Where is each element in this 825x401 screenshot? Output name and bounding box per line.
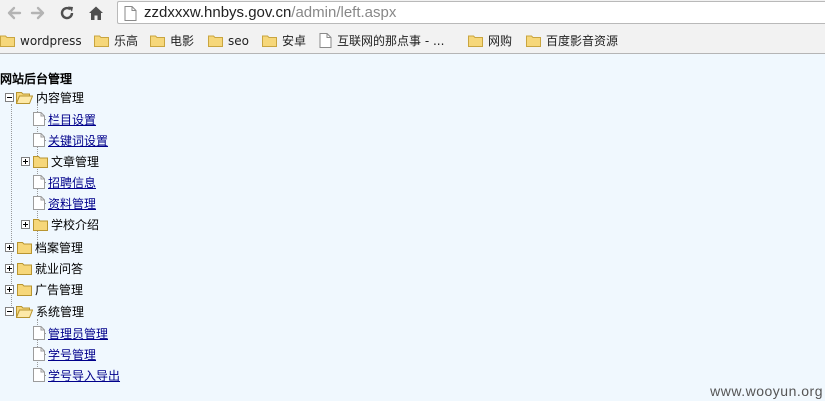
folder-icon [468, 35, 483, 47]
bookmark-label: wordpress [20, 33, 82, 48]
minus-box-icon[interactable] [5, 92, 14, 102]
forward-button[interactable] [28, 3, 48, 23]
browser-toolbar: zzdxxxw.hnbys.gov.cn/admin/left.aspx [0, 0, 825, 27]
tree-link-label[interactable]: 学号管理 [48, 346, 96, 363]
bookmark-label: 网购 [488, 34, 513, 48]
plus-box-icon[interactable] [5, 284, 14, 294]
document-icon [33, 175, 45, 189]
tree-node-label: 系统管理 [36, 304, 85, 319]
tree-node-label: 学校介绍 [51, 217, 100, 232]
document-icon [33, 133, 45, 147]
document-icon [33, 196, 45, 210]
bookmark-wordpress[interactable]: wordpress [0, 31, 82, 50]
url-text: zzdxxxw.hnbys.gov.cn/admin/left.aspx [144, 4, 396, 22]
plus-box-icon[interactable] [5, 242, 14, 252]
address-bar[interactable]: zzdxxxw.hnbys.gov.cn/admin/left.aspx [117, 1, 825, 24]
folder-closed-icon [17, 283, 32, 296]
folder-open-icon [16, 91, 33, 104]
bookmark-movies[interactable]: 电影 [150, 31, 194, 50]
tree-leaf-keyword-settings[interactable]: 关键词设置 [33, 130, 108, 150]
minus-box-icon[interactable] [5, 306, 14, 316]
tree-node-employment-qa[interactable]: 就业问答 [5, 258, 83, 278]
bookmark-seo[interactable]: seo [208, 31, 249, 50]
tree-link-label[interactable]: 学号导入导出 [48, 367, 120, 384]
tree-node-content[interactable]: 内容管理 [5, 87, 84, 107]
tree-node-label: 文章管理 [51, 154, 100, 169]
tree-leaf-recruitment-info[interactable]: 招聘信息 [33, 172, 96, 192]
tree-leaf-column-settings[interactable]: 栏目设置 [33, 109, 96, 129]
url-host: zzdxxxw.hnbys.gov.cn [144, 4, 292, 21]
folder-icon [150, 35, 165, 47]
folder-closed-icon [17, 241, 32, 254]
home-icon [89, 6, 103, 20]
folder-icon [0, 35, 15, 47]
plus-box-icon[interactable] [21, 156, 30, 166]
tree-node-label: 档案管理 [35, 240, 84, 255]
folder-closed-icon [33, 218, 48, 231]
plus-box-icon[interactable] [5, 263, 14, 273]
admin-left-frame: 网站后台管理 内容管理 栏目设置 关键词设置 文章管理 招聘信息 资料管理 学校… [0, 54, 825, 401]
page-icon [319, 33, 332, 48]
site-title: 网站后台管理 [0, 72, 73, 86]
tree-link-label[interactable]: 招聘信息 [48, 174, 96, 191]
back-button[interactable] [4, 3, 24, 23]
tree-link-label[interactable]: 管理员管理 [48, 325, 108, 342]
back-arrow-icon [7, 6, 22, 20]
tree-node-system[interactable]: 系统管理 [5, 301, 84, 321]
bookmark-label: 乐高 [114, 34, 139, 48]
tree-node-label: 内容管理 [36, 90, 85, 105]
tree-leaf-student-id-import-export[interactable]: 学号导入导出 [33, 365, 120, 385]
forward-arrow-icon [30, 6, 45, 20]
tree-leaf-data-management[interactable]: 资料管理 [33, 193, 96, 213]
reload-icon [60, 6, 74, 20]
watermark: www.wooyun.org [710, 383, 823, 399]
bookmark-label: 安卓 [282, 34, 307, 48]
document-icon [33, 368, 45, 382]
folder-icon [526, 35, 541, 47]
bookmark-label: 互联网的那点事 - ... [337, 34, 445, 48]
tree-node-label: 广告管理 [35, 282, 84, 297]
bookmark-lego[interactable]: 乐高 [94, 31, 138, 50]
bookmark-label: 百度影音资源 [546, 34, 619, 48]
folder-open-icon [16, 305, 33, 318]
page-icon [124, 6, 137, 21]
bookmark-baidu-video[interactable]: 百度影音资源 [526, 31, 618, 50]
document-icon [33, 112, 45, 126]
tree-link-label[interactable]: 栏目设置 [48, 111, 96, 128]
folder-icon [208, 35, 223, 47]
tree-link-label[interactable]: 关键词设置 [48, 132, 108, 149]
tree-node-ads[interactable]: 广告管理 [5, 279, 83, 299]
tree-link-label[interactable]: 资料管理 [48, 195, 96, 212]
bookmark-label: seo [228, 33, 249, 48]
bookmark-label: 电影 [170, 34, 195, 48]
bookmarks-bar: wordpress 乐高 电影 seo 安卓 互联网的那点事 - ... 网购 … [0, 27, 825, 54]
folder-closed-icon [17, 262, 32, 275]
home-button[interactable] [86, 3, 106, 23]
document-icon [33, 347, 45, 361]
tree-leaf-student-id-management[interactable]: 学号管理 [33, 344, 96, 364]
reload-button[interactable] [57, 3, 77, 23]
folder-icon [262, 35, 277, 47]
folder-closed-icon [33, 155, 48, 168]
bookmark-internet-stuff[interactable]: 互联网的那点事 - ... [319, 31, 444, 50]
document-icon [33, 326, 45, 340]
folder-icon [94, 35, 109, 47]
plus-box-icon[interactable] [21, 219, 30, 229]
bookmark-android[interactable]: 安卓 [262, 31, 306, 50]
tree-leaf-admin-management[interactable]: 管理员管理 [33, 323, 108, 343]
tree-node-label: 就业问答 [35, 261, 84, 276]
tree-node-article-management[interactable]: 文章管理 [21, 151, 99, 171]
tree-node-school-intro[interactable]: 学校介绍 [21, 214, 99, 234]
bookmark-shopping[interactable]: 网购 [468, 31, 512, 50]
tree-node-archives[interactable]: 档案管理 [5, 237, 83, 257]
url-path: /admin/left.aspx [291, 4, 397, 21]
